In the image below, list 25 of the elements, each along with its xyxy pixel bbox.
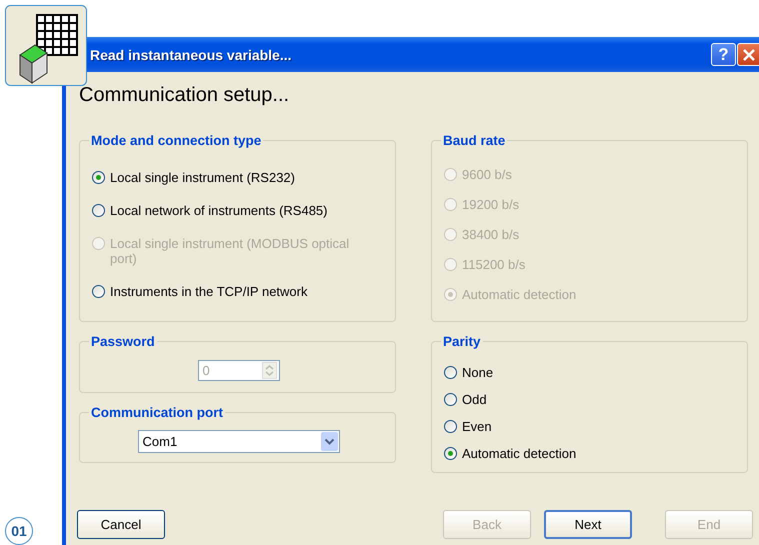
option-label: Even [462, 419, 492, 434]
dialog-button[interactable]: Next [544, 510, 632, 539]
group-title: Baud rate [442, 133, 506, 148]
option-label: Odd [462, 392, 487, 407]
option-label: None [462, 365, 494, 380]
option-label: 115200 b/s [462, 257, 526, 272]
window-title: Read instantaneous variable... [90, 46, 293, 62]
dialog-button[interactable]: Cancel [77, 510, 165, 539]
option-label: Local network of instruments (RS485) [110, 203, 328, 218]
option-label: Automatic detection [462, 287, 576, 302]
group-title: Password [90, 334, 156, 349]
option-label: Local single instrument (RS232) [110, 170, 295, 185]
option-label: Automatic detection [462, 446, 576, 461]
option-label: 38400 b/s [462, 227, 520, 242]
help-button[interactable]: ? [711, 43, 736, 66]
option-label: 19200 b/s [462, 197, 520, 212]
step-number: 01 [5, 517, 33, 545]
option-label: 9600 b/s [462, 167, 512, 182]
group-title: Parity [442, 334, 482, 349]
port-dropdown[interactable]: Com1 [138, 430, 340, 452]
option-label: Instruments in the TCP/IP network [110, 284, 308, 299]
group-title: Mode and connection type [90, 133, 262, 148]
page-heading: Communication setup... [79, 84, 290, 107]
option-label: Local single instrument (MODBUS optical port) [110, 236, 350, 266]
group-title: Communication port [90, 405, 224, 420]
